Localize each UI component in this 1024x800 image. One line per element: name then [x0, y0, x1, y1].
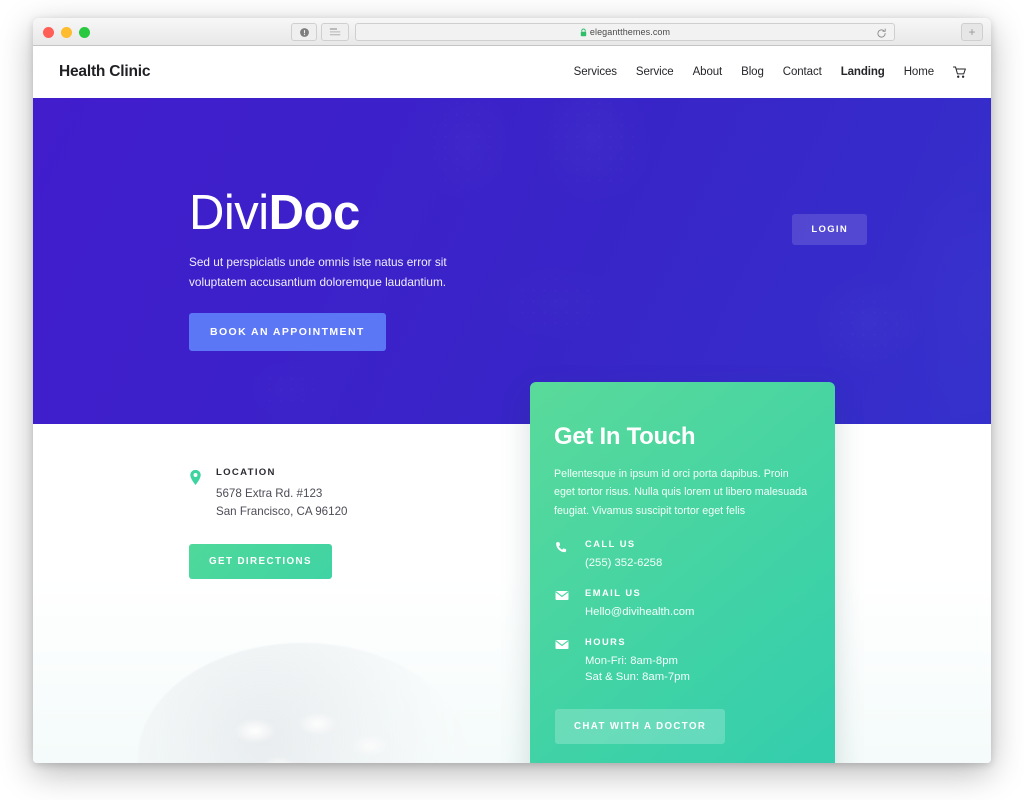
site-logo[interactable]: Health Clinic: [59, 63, 150, 81]
nav-item-services[interactable]: Services: [574, 66, 617, 78]
reader-view-icon[interactable]: [321, 23, 349, 41]
chat-with-doctor-button[interactable]: CHAT WITH A DOCTOR: [555, 709, 726, 745]
reload-icon[interactable]: [875, 27, 887, 39]
window-controls: [43, 27, 90, 38]
nav-item-contact[interactable]: Contact: [783, 66, 822, 78]
phone-icon: [554, 541, 569, 569]
contact-text-call-us: CALL US (255) 352-6258: [585, 539, 662, 569]
lock-icon: [580, 28, 587, 37]
envelope-icon: [554, 590, 569, 618]
contact-section: LOCATION 5678 Extra Rd. #123 San Francis…: [33, 424, 991, 763]
location-address-line-1: 5678 Extra Rd. #123: [216, 487, 323, 500]
contact-label-call-us: CALL US: [585, 539, 636, 550]
main-navigation: Services Service About Blog Contact Land…: [574, 66, 967, 79]
nav-item-about[interactable]: About: [693, 66, 723, 78]
contact-row-email-us: EMAIL US Hello@divihealth.com: [554, 588, 811, 618]
contact-value-phone[interactable]: (255) 352-6258: [585, 557, 662, 569]
nav-item-landing[interactable]: Landing: [841, 66, 885, 78]
new-tab-button[interactable]: +: [961, 23, 983, 41]
location-block: LOCATION 5678 Extra Rd. #123 San Francis…: [189, 467, 347, 518]
contact-value-hours-weekend: Sat & Sun: 8am-7pm: [585, 671, 690, 684]
contact-text-hours: HOURS Mon-Fri: 8am-8pm Sat & Sun: 8am-7p…: [585, 637, 690, 683]
envelope-icon: [554, 639, 569, 683]
browser-window: elegantthemes.com + Health Clinic Servic…: [33, 18, 991, 763]
hero-title: DiviDoc: [189, 186, 499, 240]
hero-content: DiviDoc Sed ut perspiciatis unde omnis i…: [189, 186, 499, 351]
location-address-line-2: San Francisco, CA 96120: [216, 505, 348, 518]
hero-color-overlay: [33, 98, 991, 424]
maximize-window-button[interactable]: [79, 27, 90, 38]
map-pin-icon: [189, 469, 202, 518]
nav-item-home[interactable]: Home: [904, 66, 934, 78]
site-header: Health Clinic Services Service About Blo…: [33, 46, 991, 98]
hero-title-bold: Doc: [268, 186, 361, 240]
contact-value-email[interactable]: Hello@divihealth.com: [585, 606, 694, 618]
contact-row-hours: HOURS Mon-Fri: 8am-8pm Sat & Sun: 8am-7p…: [554, 637, 811, 683]
browser-toolbar: elegantthemes.com +: [33, 18, 991, 46]
pills-bowl-image: [138, 643, 468, 763]
shield-icon[interactable]: [291, 23, 317, 41]
url-text: elegantthemes.com: [589, 27, 671, 37]
location-text: LOCATION 5678 Extra Rd. #123 San Francis…: [216, 467, 347, 518]
minimize-window-button[interactable]: [61, 27, 72, 38]
login-button[interactable]: LOGIN: [792, 214, 867, 245]
page-viewport: Health Clinic Services Service About Blo…: [33, 46, 991, 763]
get-directions-button[interactable]: GET DIRECTIONS: [189, 544, 332, 579]
book-appointment-button[interactable]: BOOK AN APPOINTMENT: [189, 312, 386, 351]
hero-section: DiviDoc Sed ut perspiciatis unde omnis i…: [33, 98, 991, 424]
get-in-touch-title: Get In Touch: [554, 423, 696, 450]
hero-title-light: Divi: [189, 186, 269, 240]
address-bar[interactable]: elegantthemes.com: [355, 23, 895, 41]
contact-label-email-us: EMAIL US: [585, 588, 642, 599]
get-in-touch-card: Get In Touch Pellentesque in ipsum id or…: [530, 382, 835, 763]
nav-item-blog[interactable]: Blog: [741, 66, 764, 78]
hero-subtitle: Sed ut perspiciatis unde omnis iste natu…: [189, 255, 447, 289]
contact-row-call-us: CALL US (255) 352-6258: [554, 539, 811, 569]
shopping-cart-icon[interactable]: [953, 66, 967, 79]
contact-text-email-us: EMAIL US Hello@divihealth.com: [585, 588, 694, 618]
close-window-button[interactable]: [43, 27, 54, 38]
get-in-touch-description: Pellentesque in ipsum id orci porta dapi…: [554, 468, 808, 517]
contact-label-hours: HOURS: [585, 637, 627, 648]
contact-value-hours-weekday: Mon-Fri: 8am-8pm: [585, 655, 678, 668]
nav-item-service[interactable]: Service: [636, 66, 674, 78]
location-label: LOCATION: [216, 467, 276, 478]
